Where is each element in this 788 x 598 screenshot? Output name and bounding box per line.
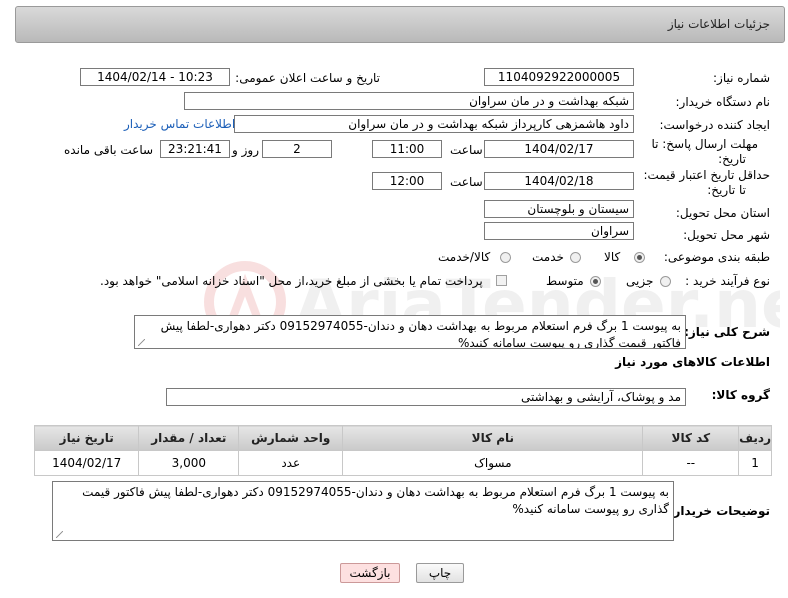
- resize-grip-icon[interactable]: [56, 531, 63, 538]
- cell-qty: 3,000: [138, 450, 240, 476]
- cell-name: مسواک: [342, 450, 644, 476]
- deadline-time-label: ساعت: [450, 143, 483, 157]
- col-code: کد کالا: [642, 425, 740, 451]
- need-number-label: شماره نیاز:: [713, 71, 770, 85]
- col-unit: واحد شمارش: [238, 425, 344, 451]
- category-radio-service[interactable]: [570, 252, 581, 263]
- group-label: گروه کالا:: [711, 388, 770, 402]
- creator-label: ایجاد کننده درخواست:: [659, 118, 770, 132]
- description-text: به پیوست 1 برگ فرم استعلام مربوط به بهدا…: [160, 319, 681, 349]
- col-name: نام کالا: [342, 425, 644, 451]
- category-option-goods: کالا: [604, 250, 621, 264]
- validity-label-2: تا تاریخ:: [707, 183, 746, 197]
- deadline-time-field[interactable]: 11:00: [372, 140, 442, 158]
- cell-unit: عدد: [238, 450, 344, 476]
- remaining-time-field[interactable]: 23:21:41: [160, 140, 230, 158]
- items-table-header: ردیف کد کالا نام کالا واحد شمارش تعداد /…: [33, 425, 772, 451]
- buyer-notes-label: توضیحات خریدار:: [668, 504, 770, 518]
- col-qty: تعداد / مقدار: [138, 425, 240, 451]
- validity-time-field[interactable]: 12:00: [372, 172, 442, 190]
- deadline-date-field[interactable]: 1404/02/17: [484, 140, 634, 158]
- process-radio-medium[interactable]: [590, 276, 601, 287]
- category-radio-goods[interactable]: [634, 252, 645, 263]
- announce-field[interactable]: 1404/02/14 - 10:23: [80, 68, 230, 86]
- buyer-field[interactable]: شبکه بهداشت و در مان سراوان: [184, 92, 634, 110]
- process-option-minor: جزیی: [626, 274, 654, 288]
- group-field[interactable]: مد و پوشاک، آرایشی و بهداشتی: [166, 388, 686, 406]
- description-label: شرح کلی نیاز:: [684, 325, 770, 339]
- table-row[interactable]: 1 -- مسواک عدد 3,000 1404/02/17: [33, 450, 772, 476]
- validity-date-field[interactable]: 1404/02/18: [484, 172, 634, 190]
- cell-date: 1404/02/17: [33, 450, 140, 476]
- need-number-field[interactable]: 1104092922000005: [484, 68, 634, 86]
- col-date: تاریخ نیاز: [33, 425, 140, 451]
- days-field[interactable]: 2: [262, 140, 332, 158]
- remaining-label: ساعت باقی مانده: [64, 143, 154, 157]
- validity-time-label: ساعت: [450, 175, 483, 189]
- back-button[interactable]: بازگشت: [340, 563, 400, 583]
- buyer-label: نام دستگاه خریدار:: [675, 95, 771, 109]
- items-section-title: اطلاعات کالاهای مورد نیاز: [615, 355, 770, 369]
- print-button[interactable]: چاپ: [416, 563, 464, 583]
- announce-label: تاریخ و ساعت اعلان عمومی:: [235, 71, 380, 85]
- category-option-service: خدمت: [532, 250, 564, 264]
- treasury-checkbox[interactable]: [496, 275, 507, 286]
- cell-code: --: [642, 450, 740, 476]
- deadline-label-1: مهلت ارسال پاسخ: تا: [651, 137, 758, 151]
- city-field[interactable]: سراوان: [484, 222, 634, 240]
- buyer-notes-text: به پیوست 1 برگ فرم استعلام مربوط به بهدا…: [82, 485, 669, 516]
- contact-buyer-link[interactable]: اطلاعات تماس خریدار: [124, 117, 235, 131]
- category-option-both: کالا/خدمت: [438, 250, 491, 264]
- province-field[interactable]: سیستان و بلوچستان: [484, 200, 634, 218]
- header-panel: جزئیات اطلاعات نیاز: [15, 6, 785, 43]
- deadline-label-2: تاریخ:: [718, 152, 746, 166]
- days-label: روز و: [232, 143, 259, 157]
- process-label: نوع فرآیند خرید :: [685, 274, 770, 288]
- items-table: ردیف کد کالا نام کالا واحد شمارش تعداد /…: [33, 425, 772, 476]
- creator-field[interactable]: داود هاشمزهی کارپرداز شبکه بهداشت و در م…: [234, 115, 634, 133]
- process-radio-minor[interactable]: [660, 276, 671, 287]
- panel-title: جزئیات اطلاعات نیاز: [667, 17, 770, 31]
- buyer-notes-textarea[interactable]: به پیوست 1 برگ فرم استعلام مربوط به بهدا…: [52, 481, 674, 541]
- payment-note: پرداخت تمام یا بخشی از مبلغ خرید،از محل …: [100, 274, 483, 288]
- validity-label-1: حداقل تاریخ اعتبار قیمت:: [643, 168, 770, 182]
- province-label: استان محل تحویل:: [675, 206, 770, 220]
- process-option-medium: متوسط: [546, 274, 584, 288]
- col-row: ردیف: [738, 425, 772, 451]
- category-radio-both[interactable]: [500, 252, 511, 263]
- resize-grip-icon[interactable]: [138, 339, 145, 346]
- category-label: طبقه بندی موضوعی:: [663, 250, 770, 264]
- description-textarea[interactable]: به پیوست 1 برگ فرم استعلام مربوط به بهدا…: [134, 315, 686, 349]
- city-label: شهر محل تحویل:: [683, 228, 770, 242]
- cell-row: 1: [738, 450, 772, 476]
